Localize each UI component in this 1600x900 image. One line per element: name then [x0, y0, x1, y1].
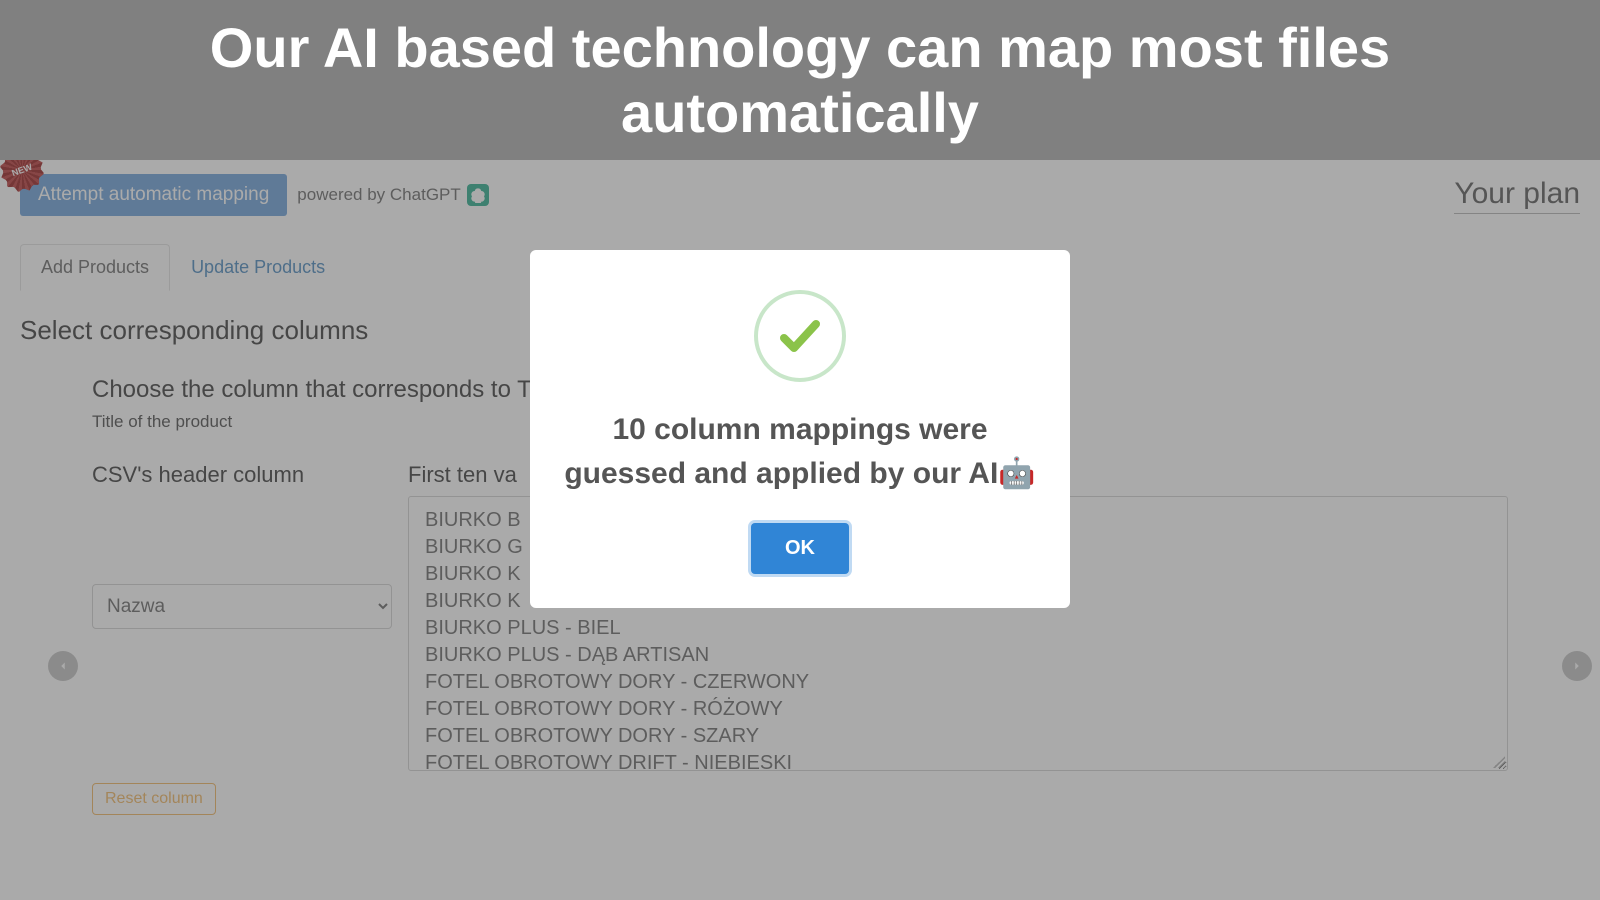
hero-banner: Our AI based technology can map most fil…: [0, 0, 1600, 160]
modal-ok-button[interactable]: OK: [751, 523, 849, 574]
hero-headline: Our AI based technology can map most fil…: [40, 15, 1560, 145]
success-check-icon: [754, 290, 846, 382]
success-modal: 10 column mappings were guessed and appl…: [530, 250, 1070, 608]
modal-message: 10 column mappings were guessed and appl…: [560, 408, 1040, 495]
